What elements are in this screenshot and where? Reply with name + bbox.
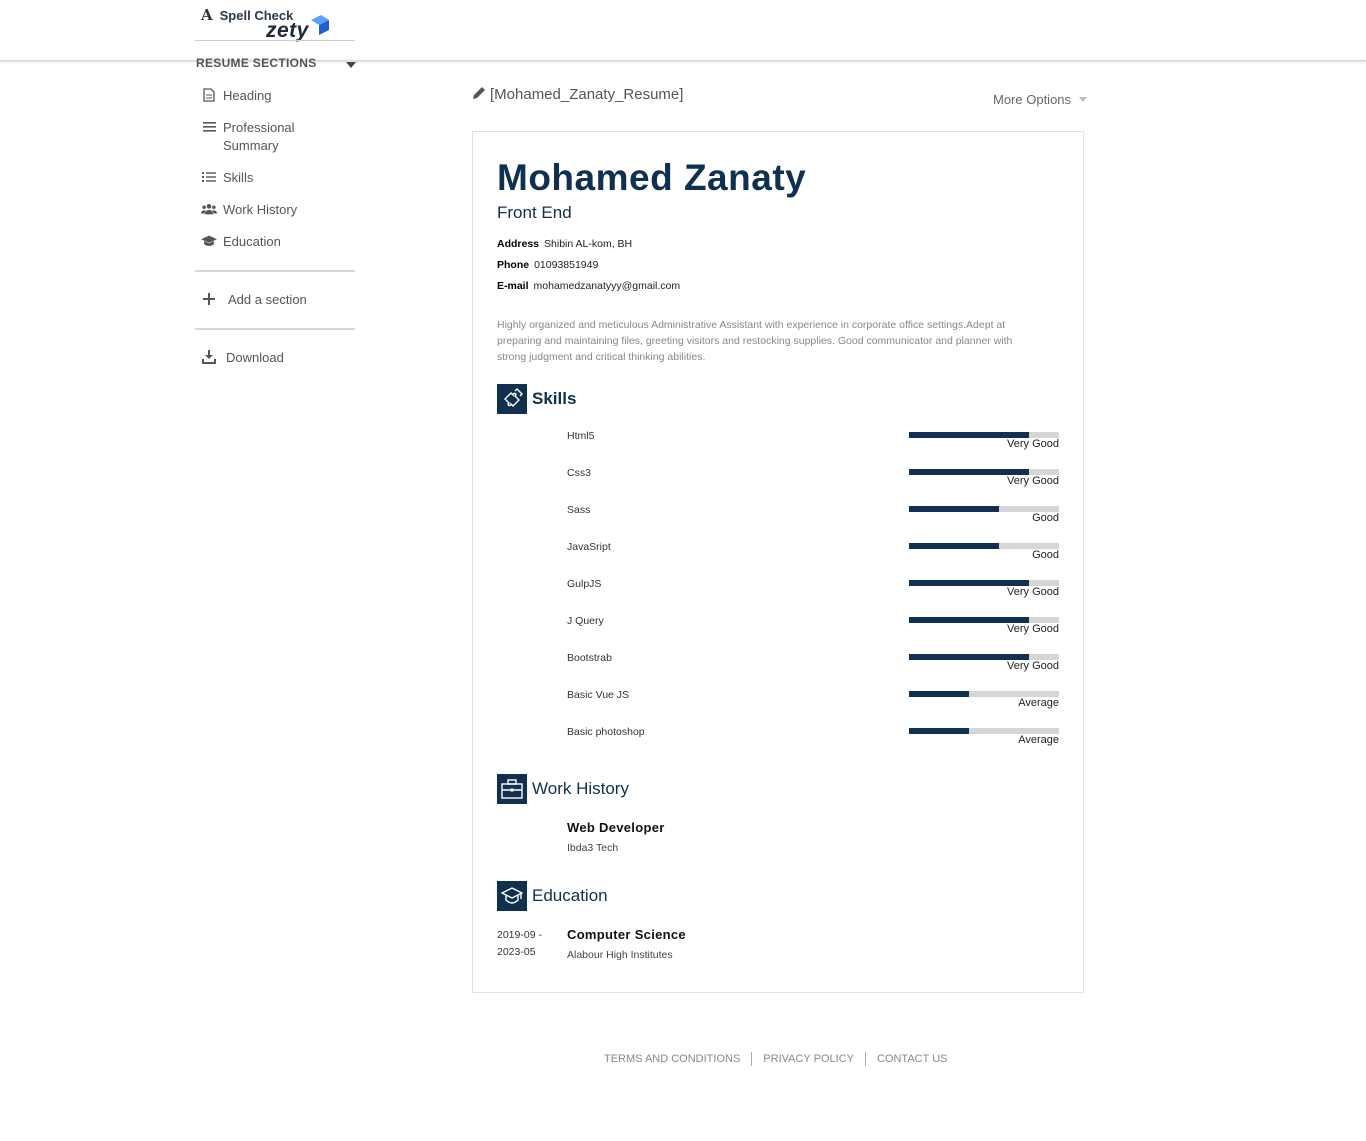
skill-name: Sass — [567, 504, 591, 516]
contact-email: E-mail mohamedzanatyyy@gmail.com — [497, 280, 680, 292]
education-heading-label: Education — [532, 886, 608, 905]
logo-cube-icon — [311, 15, 329, 35]
sidebar-item-label: Education — [223, 234, 281, 249]
sidebar-item-skills[interactable]: Skills — [201, 169, 253, 187]
skill-level: Good — [1032, 512, 1059, 524]
sidebar-item-professional-summary[interactable]: Professional Summary — [201, 119, 313, 155]
address-label: Address — [497, 238, 540, 250]
spell-check-icon: A — [201, 6, 213, 24]
document-icon — [201, 87, 217, 103]
skills-heading-label: Skills — [532, 389, 577, 408]
skill-name: JavaSript — [567, 541, 611, 553]
sidebar-item-label: Skills — [223, 170, 254, 185]
skill-level: Very Good — [1007, 586, 1059, 598]
skill-level: Average — [1018, 734, 1059, 746]
education-school: Alabour High Institutes — [567, 949, 673, 961]
graduation-cap-icon — [497, 881, 527, 911]
skill-name: Basic Vue JS — [567, 689, 630, 701]
sidebar-item-label: Work History — [223, 202, 298, 217]
skill-name: Basic photoshop — [567, 726, 645, 738]
pencil-icon — [473, 86, 486, 103]
skill-name: Bootstrab — [567, 652, 612, 664]
job-title: Web Developer — [567, 820, 665, 835]
skill-level: Very Good — [1007, 438, 1059, 450]
work-history-section-heading: Work History — [497, 774, 629, 804]
add-section-label: Add a section — [228, 292, 307, 307]
contact-phone: Phone 01093851949 — [497, 259, 598, 271]
logo-divider — [195, 40, 355, 41]
skills-section-heading: Skills — [497, 384, 576, 414]
terms-link[interactable]: TERMS AND CONDITIONS — [604, 1053, 751, 1065]
education-date-end: 2023-05 — [497, 946, 536, 958]
education-degree: Computer Science — [567, 927, 686, 942]
list-lines-icon — [201, 119, 217, 135]
education-date-start: 2019-09 - — [497, 929, 542, 941]
job-company: Ibda3 Tech — [567, 842, 619, 854]
contact-address: Address Shibin AL-kom, BH — [497, 238, 632, 250]
graduation-cap-icon — [201, 233, 217, 249]
privacy-link[interactable]: PRIVACY POLICY — [752, 1053, 865, 1065]
document-title-text: [Mohamed_Zanaty_Resume] — [490, 86, 684, 103]
sidebar-item-work-history[interactable]: Work History — [201, 201, 297, 219]
education-section-heading: Education — [497, 881, 608, 911]
phone-value: 01093851949 — [534, 259, 599, 271]
list-icon — [201, 169, 217, 185]
download-button[interactable]: Download — [201, 349, 284, 367]
users-icon — [201, 201, 217, 217]
work-history-heading-label: Work History — [532, 779, 629, 798]
sidebar-item-label: Professional Summary — [223, 120, 295, 153]
download-label: Download — [226, 350, 284, 365]
chevron-down-icon[interactable] — [346, 62, 356, 68]
chevron-down-icon — [1079, 97, 1088, 102]
email-label: E-mail — [497, 280, 529, 292]
sidebar-divider — [195, 270, 355, 272]
education-dates: 2019-09 - 2023-05 — [497, 927, 557, 961]
more-options-button[interactable]: More Options — [993, 92, 1088, 107]
sidebar-item-education[interactable]: Education — [201, 233, 281, 251]
document-title[interactable]: [Mohamed_Zanaty_Resume] — [473, 86, 683, 103]
resume-preview[interactable]: Mohamed Zanaty Front End Address Shibin A… — [472, 131, 1084, 993]
sidebar-divider — [195, 328, 355, 330]
professional-summary: Highly organized and meticulous Administ… — [497, 319, 1013, 363]
puzzle-icon — [497, 384, 527, 414]
resume-job-title: Front End — [497, 203, 572, 222]
phone-label: Phone — [497, 259, 530, 271]
download-icon — [201, 349, 217, 365]
footer-links: TERMS AND CONDITIONS PRIVACY POLICY CONT… — [604, 1052, 958, 1066]
address-value: Shibin AL-kom, BH — [544, 238, 633, 250]
skill-level: Very Good — [1007, 660, 1059, 672]
resume-name: Mohamed Zanaty — [497, 157, 807, 198]
sidebar-item-label: Heading — [223, 88, 272, 103]
briefcase-icon — [497, 774, 527, 804]
skill-level: Average — [1018, 697, 1059, 709]
skill-name: J Query — [567, 615, 604, 627]
email-value: mohamedzanatyyy@gmail.com — [533, 280, 681, 292]
skill-name: Html5 — [567, 430, 595, 442]
sidebar-item-heading[interactable]: Heading — [201, 87, 271, 105]
skill-level: Very Good — [1007, 475, 1059, 487]
plus-icon — [201, 291, 217, 307]
skill-level: Good — [1032, 549, 1059, 561]
skill-level: Very Good — [1007, 623, 1059, 635]
skill-name: GulpJS — [567, 578, 602, 590]
resume-sections-title[interactable]: RESUME SECTIONS — [196, 56, 317, 70]
contact-link[interactable]: CONTACT US — [866, 1053, 959, 1065]
add-section-button[interactable]: Add a section — [201, 291, 307, 309]
more-options-label: More Options — [993, 92, 1072, 107]
skill-name: Css3 — [567, 467, 591, 479]
